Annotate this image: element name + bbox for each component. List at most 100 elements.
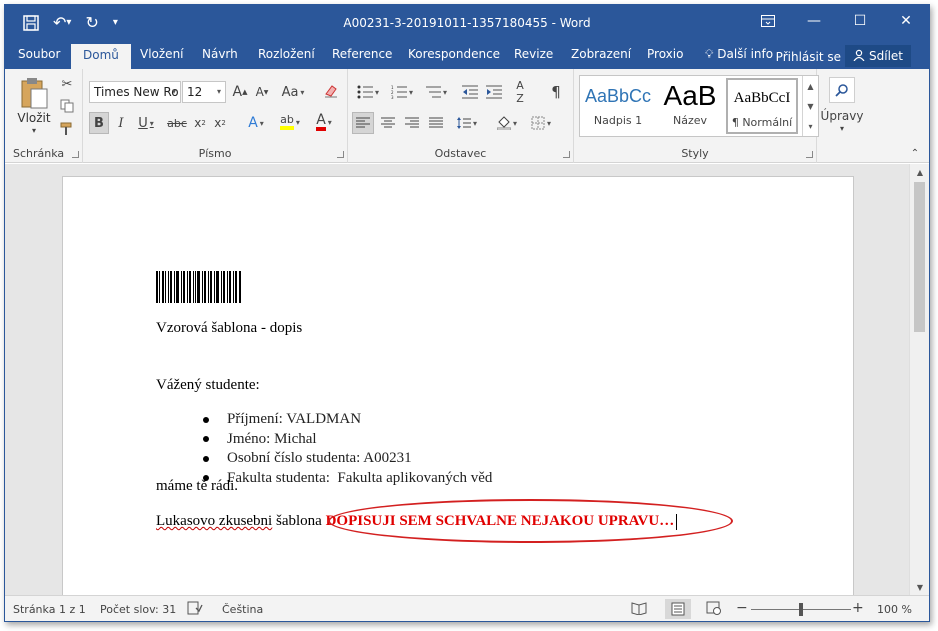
paste-icon[interactable]	[17, 75, 51, 111]
clear-formatting-icon[interactable]	[321, 81, 341, 101]
editing-dropdown-icon[interactable]: ▾	[833, 123, 851, 133]
chevron-up-icon[interactable]: ▲	[803, 76, 818, 96]
document-page[interactable]: Vzorová šablona - dopis Vážený studente:…	[62, 176, 854, 595]
multilevel-list-icon[interactable]: ▾	[420, 82, 452, 102]
style-normal[interactable]: AaBbCcI ¶ Normální	[726, 78, 798, 134]
tab-references[interactable]: Reference	[332, 47, 392, 61]
close-icon[interactable]: ✕	[883, 5, 929, 37]
grow-font-icon[interactable]: A ▲	[231, 82, 249, 102]
zoom-level[interactable]: 100 %	[877, 603, 912, 616]
sign-in-link[interactable]: Přihlásit se	[776, 50, 841, 64]
zoom-in-icon[interactable]: +	[852, 600, 864, 616]
student-info-list: Příjmení: VALDMAN Jméno: Michal Osobní č…	[203, 410, 492, 488]
borders-icon[interactable]: ▾	[526, 113, 556, 133]
tab-layout[interactable]: Rozložení	[258, 47, 315, 61]
shading-icon[interactable]: ▾	[492, 113, 522, 133]
tab-mailings[interactable]: Korespondence	[408, 47, 500, 61]
tab-view[interactable]: Zobrazení	[571, 47, 631, 61]
collapse-ribbon-icon[interactable]: ⌃	[907, 147, 923, 159]
page-count-status[interactable]: Stránka 1 z 1	[13, 603, 86, 616]
web-layout-icon[interactable]	[706, 601, 722, 618]
style-preview: AaBbCcI	[733, 89, 791, 106]
line-spacing-icon[interactable]: ▾	[452, 113, 482, 133]
editing-button[interactable]: Úpravy	[817, 109, 867, 123]
list-item: Fakulta studenta: Fakulta aplikovaných v…	[203, 469, 492, 489]
style-heading-1[interactable]: AaBbCc Nadpis 1	[582, 78, 654, 134]
greeting-line: Vážený studente:	[156, 377, 260, 393]
align-left-icon[interactable]	[352, 112, 374, 134]
list-item-text: Jméno: Michal	[227, 430, 317, 447]
numbering-icon[interactable]: 1 2 3 ▾	[386, 82, 418, 102]
sort-icon[interactable]: AZ	[510, 79, 530, 105]
style-name: Nadpis 1	[593, 114, 643, 127]
subscript-icon[interactable]: x2	[191, 113, 209, 133]
window-controls: — ☐ ✕	[745, 5, 929, 37]
decrease-indent-icon[interactable]	[460, 82, 480, 102]
bullet-icon	[203, 416, 209, 423]
paste-dropdown-icon[interactable]: ▾	[25, 125, 43, 135]
cut-icon[interactable]: ✂	[57, 74, 77, 94]
highlight-color-icon[interactable]: ab ▾	[275, 111, 305, 133]
font-group: Times New Ro ▾ 12 ▾ A ▲ A ▼ Aa ▾ B I U ▾ abc x…	[83, 69, 348, 163]
bold-icon[interactable]: B	[89, 112, 109, 134]
chevron-down-icon: ▾	[216, 87, 221, 96]
font-launcher-icon[interactable]	[337, 151, 344, 158]
zoom-slider-thumb[interactable]	[799, 603, 803, 616]
paste-button[interactable]: Vložit	[17, 111, 51, 125]
clipboard-group-label: Schránka	[13, 147, 65, 160]
tab-tell-me[interactable]: 💡︎ Další info	[705, 47, 773, 62]
font-size-combo[interactable]: 12 ▾	[182, 81, 226, 103]
bullet-icon	[203, 436, 209, 443]
zoom-out-icon[interactable]: −	[736, 600, 748, 616]
scroll-up-icon[interactable]: ▲	[910, 164, 929, 180]
font-color-icon[interactable]: A ▾	[309, 111, 339, 133]
ribbon-display-options-icon[interactable]	[745, 5, 791, 37]
superscript-icon[interactable]: x2	[211, 113, 229, 133]
paragraph-launcher-icon[interactable]	[563, 151, 570, 158]
minimize-icon[interactable]: —	[791, 5, 837, 37]
style-title[interactable]: AaB Název	[654, 78, 726, 134]
copy-icon[interactable]	[57, 96, 77, 116]
person-icon	[853, 49, 865, 64]
scroll-down-icon[interactable]: ▼	[910, 579, 929, 595]
increase-indent-icon[interactable]	[484, 82, 504, 102]
word-count-status[interactable]: Počet slov: 31	[100, 603, 176, 616]
tab-proxio[interactable]: Proxio	[647, 47, 683, 61]
shrink-font-icon[interactable]: A ▼	[253, 82, 271, 102]
justify-icon[interactable]	[426, 113, 446, 133]
italic-icon[interactable]: I	[112, 113, 130, 133]
format-painter-icon[interactable]	[57, 119, 77, 139]
chevron-down-icon[interactable]: ▼	[803, 96, 818, 116]
styles-launcher-icon[interactable]	[806, 151, 813, 158]
style-name: ¶ Normální	[731, 116, 793, 129]
paragraph-group-label: Odstavec	[434, 147, 487, 160]
tab-file[interactable]: Soubor	[18, 47, 60, 61]
strikethrough-icon[interactable]: abc	[164, 113, 190, 133]
tab-design[interactable]: Návrh	[202, 47, 238, 61]
bullets-icon[interactable]: ▾	[352, 82, 384, 102]
share-button[interactable]: Sdílet	[845, 45, 911, 67]
text-effects-icon[interactable]: A ▾	[241, 113, 271, 133]
tab-review[interactable]: Revize	[514, 47, 553, 61]
title-bar: ↶ ▾ ↻ ▾ A00231-3-20191011-1357180455 - Wo…	[5, 5, 929, 41]
maximize-icon[interactable]: ☐	[837, 5, 883, 37]
change-case-icon[interactable]: Aa ▾	[278, 82, 308, 102]
more-styles-icon[interactable]: ▾	[803, 116, 818, 136]
proofing-icon[interactable]	[187, 601, 203, 618]
print-layout-icon[interactable]	[665, 599, 691, 619]
read-mode-icon[interactable]	[631, 601, 647, 618]
align-center-icon[interactable]	[378, 113, 398, 133]
underline-icon[interactable]: U ▾	[133, 113, 159, 133]
tab-home[interactable]: Domů	[71, 44, 131, 69]
language-status[interactable]: Čeština	[222, 603, 263, 616]
vertical-scrollbar[interactable]: ▲ ▼	[909, 164, 929, 595]
clipboard-launcher-icon[interactable]	[72, 151, 79, 158]
align-right-icon[interactable]	[402, 113, 422, 133]
svg-text:3: 3	[391, 95, 394, 99]
search-icon[interactable]	[829, 77, 855, 103]
tab-insert[interactable]: Vložení	[140, 47, 184, 61]
show-formatting-marks-icon[interactable]: ¶	[546, 82, 566, 102]
scroll-thumb[interactable]	[914, 182, 925, 332]
font-name-combo[interactable]: Times New Ro ▾	[89, 81, 181, 103]
closing-line: máme tě rádi.	[156, 478, 239, 494]
